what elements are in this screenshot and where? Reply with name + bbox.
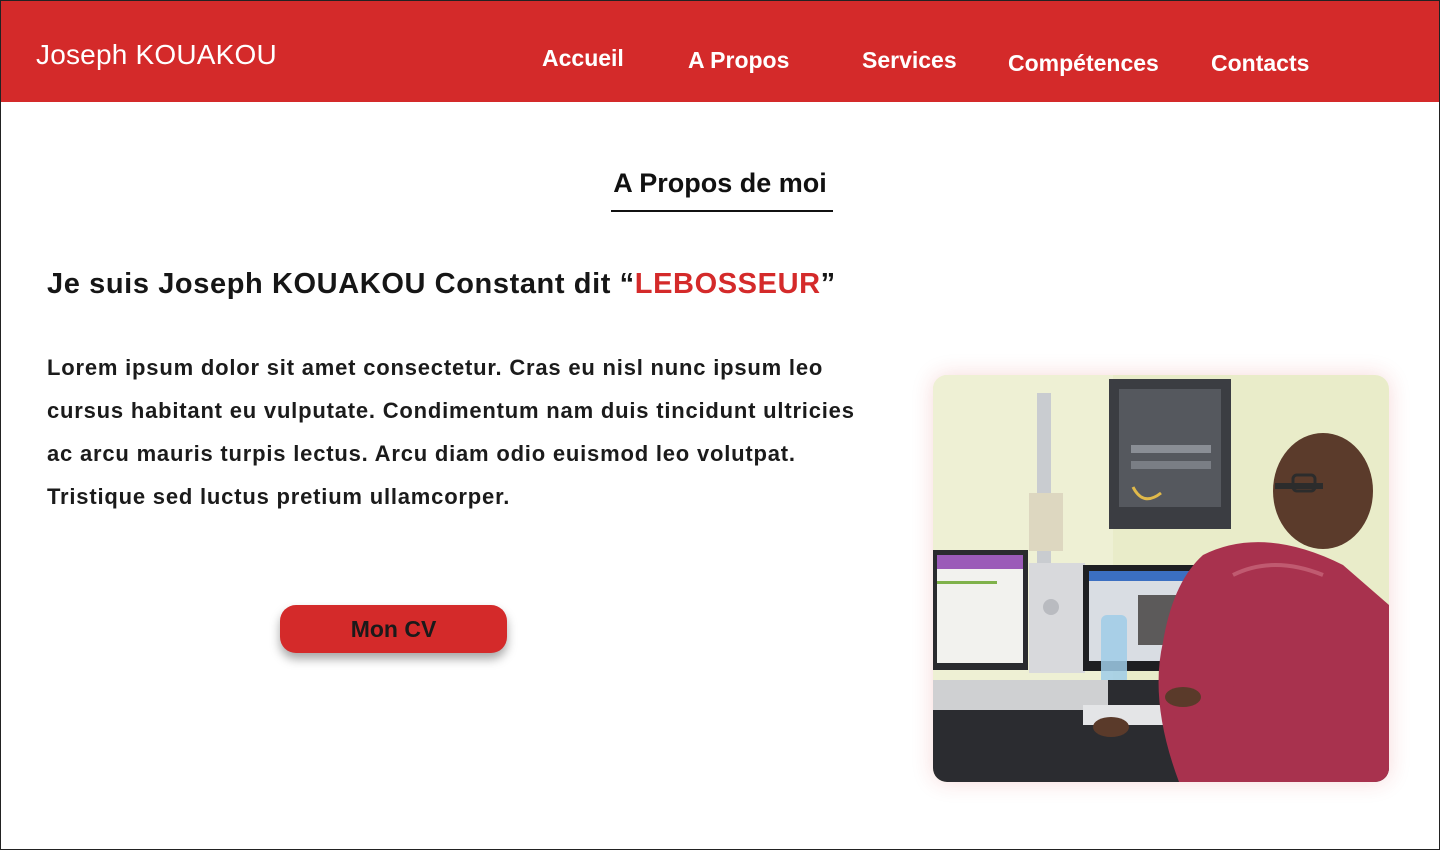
top-navbar: Joseph KOUAKOU Accueil A Propos Services… xyxy=(1,1,1439,102)
headline-nickname: LEBOSSEUR xyxy=(634,268,821,300)
nav-link-accueil[interactable]: Accueil xyxy=(542,45,624,72)
cv-button[interactable]: Mon CV xyxy=(280,605,507,653)
intro-headline: Je suis Joseph KOUAKOU Constant dit “LEB… xyxy=(47,268,836,301)
profile-photo xyxy=(933,375,1389,782)
section-title-underline xyxy=(611,210,833,212)
headline-suffix: ” xyxy=(820,268,836,300)
brand-name[interactable]: Joseph KOUAKOU xyxy=(36,39,277,71)
about-paragraph: Lorem ipsum dolor sit amet consectetur. … xyxy=(47,355,855,509)
nav-link-contacts[interactable]: Contacts xyxy=(1211,50,1309,77)
nav-link-competences[interactable]: Compétences xyxy=(1008,50,1159,77)
section-title: A Propos de moi xyxy=(613,168,827,198)
nav-link-services[interactable]: Services xyxy=(862,47,957,74)
nav-link-a-propos[interactable]: A Propos xyxy=(688,47,789,74)
headline-prefix: Je suis Joseph KOUAKOU Constant dit “ xyxy=(47,268,635,300)
